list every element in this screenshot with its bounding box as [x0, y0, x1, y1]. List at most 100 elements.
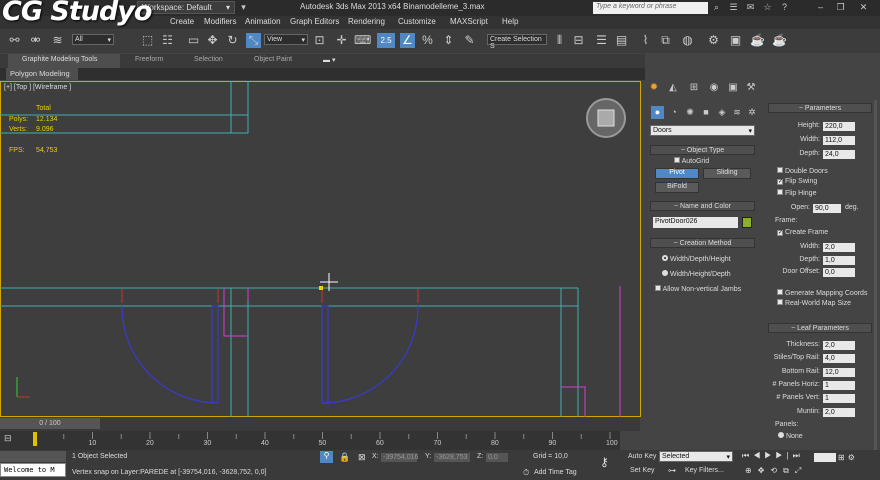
add-time-tag[interactable]: Add Time Tag	[534, 469, 577, 476]
object-color-swatch[interactable]	[742, 217, 752, 228]
radio-dot[interactable]	[778, 432, 784, 438]
panels-vert-spinner[interactable]: 1	[823, 394, 855, 403]
menu-help[interactable]: Help	[502, 17, 518, 26]
pivot-button[interactable]: Pivot	[655, 168, 699, 179]
systems-icon[interactable]: ✲	[746, 106, 758, 118]
search-icon[interactable]: ⌕	[711, 2, 722, 13]
menu-modifiers[interactable]: Modifiers	[204, 17, 236, 26]
create-tab-icon[interactable]: ✹	[648, 82, 660, 94]
spacewarps-icon[interactable]: ≋	[731, 106, 743, 118]
keyboard-shortcut-icon[interactable]: ⌨	[354, 33, 371, 48]
search-input[interactable]: Type a keyword or phrase	[593, 2, 708, 14]
percent-snap-icon[interactable]: %	[420, 33, 435, 48]
maxscript-listener-mini[interactable]	[0, 451, 66, 462]
name-color-rollout[interactable]: − Name and Color	[650, 201, 755, 211]
open-spinner[interactable]: 90,0	[813, 204, 841, 213]
selection-filter-dropdown[interactable]: All ▾	[72, 34, 114, 45]
hierarchy-tab-icon[interactable]: ⊞	[688, 82, 700, 94]
tab-freeform[interactable]: Freeform	[135, 56, 163, 63]
frame-depth-spinner[interactable]: 1,0	[823, 256, 855, 265]
sliding-button[interactable]: Sliding	[703, 168, 751, 179]
absolute-mode-icon[interactable]: ⊠	[358, 452, 366, 463]
help-icon[interactable]: ?	[779, 2, 790, 13]
display-tab-icon[interactable]: ▣	[727, 82, 739, 94]
key-mode-toggle-icon[interactable]: ⊶	[668, 466, 676, 475]
utilities-tab-icon[interactable]: ⚒	[745, 82, 757, 94]
key-filters-button[interactable]: Key Filters...	[685, 467, 724, 474]
modify-tab-icon[interactable]: ◭	[667, 82, 679, 94]
radio-dot[interactable]	[662, 270, 668, 276]
playback-controls[interactable]: ⏮◀▶▶|⏭	[742, 451, 804, 461]
menu-graph-editors[interactable]: Graph Editors	[290, 17, 339, 26]
snap-toggle-button[interactable]: 2.5	[377, 33, 395, 48]
cameras-icon[interactable]: ■	[700, 106, 712, 118]
ribbon-toggle-icon[interactable]: ▤	[614, 33, 629, 48]
ribbon-options-icon[interactable]: ▬ ▾	[323, 56, 335, 64]
radio-width-height-depth[interactable]: Width/Height/Depth	[662, 270, 731, 278]
menu-rendering[interactable]: Rendering	[348, 17, 385, 26]
key-mode-dropdown[interactable]: Selected ▾	[659, 451, 733, 462]
create-frame-checkbox[interactable]: ✓ Create Frame	[777, 229, 828, 236]
rendered-frame-icon[interactable]: ▣	[728, 33, 743, 48]
move-icon[interactable]: ✥	[205, 33, 220, 48]
restore-icon[interactable]: ❐	[835, 2, 846, 13]
flip-swing-check[interactable]: ✓	[777, 179, 783, 185]
angle-snap-icon[interactable]: ∠	[400, 33, 415, 48]
object-name-input[interactable]: PivotDoor026	[653, 217, 738, 228]
double-doors-check[interactable]	[777, 167, 783, 173]
align-icon[interactable]: ⊟	[571, 33, 586, 48]
favorites-icon[interactable]: ☆	[762, 2, 773, 13]
creation-method-rollout[interactable]: − Creation Method	[650, 238, 755, 248]
reference-coord-dropdown[interactable]: View ▾	[264, 34, 308, 45]
workspace-dropdown[interactable]: Workspace: Default ▾	[137, 1, 235, 14]
layer-manager-icon[interactable]: ☰	[594, 33, 609, 48]
time-slider[interactable]: 0 / 100	[0, 418, 100, 429]
depth-spinner[interactable]: 24,0	[823, 150, 855, 159]
create-frame-check[interactable]: ✓	[777, 230, 783, 236]
rotate-icon[interactable]: ↻	[225, 33, 240, 48]
auto-key-button[interactable]: Auto Key	[628, 453, 656, 460]
maxscript-listener[interactable]: Welcome to M	[0, 463, 66, 477]
menu-maxscript[interactable]: MAXScript	[450, 17, 488, 26]
geometry-icon[interactable]: ●	[651, 106, 664, 119]
flip-hinge-checkbox[interactable]: Flip Hinge	[777, 189, 816, 197]
pivot-center-icon[interactable]: ⊡	[312, 33, 327, 48]
muntin-spinner[interactable]: 2,0	[823, 408, 855, 417]
tab-graphite-modeling[interactable]: Graphite Modeling Tools	[8, 54, 120, 68]
tab-selection[interactable]: Selection	[194, 56, 223, 63]
viewport-nav-controls[interactable]: ⊕✥⟲⧉⤢	[745, 466, 807, 476]
isolate-selection-icon[interactable]: ⚲	[320, 451, 333, 463]
selection-region-icon[interactable]: ▭	[186, 33, 201, 48]
motion-tab-icon[interactable]: ◉	[708, 82, 720, 94]
select-object-icon[interactable]: ⬚	[140, 33, 155, 48]
dropdown-arrow-icon[interactable]: ▾	[238, 2, 249, 13]
bifold-button[interactable]: BiFold	[655, 182, 699, 193]
parameters-rollout[interactable]: − Parameters	[768, 103, 872, 113]
panels-none-radio[interactable]: None	[778, 432, 803, 440]
mirror-icon[interactable]: ⫴	[552, 33, 567, 48]
x-coord-field[interactable]: -39754,016	[381, 453, 418, 462]
gen-mapping-check[interactable]	[777, 289, 783, 295]
select-by-name-icon[interactable]: ☷	[160, 33, 175, 48]
curve-editor-icon[interactable]: ⌇	[638, 33, 653, 48]
unlink-icon[interactable]: ⚮	[28, 33, 43, 48]
menu-create[interactable]: Create	[170, 17, 194, 26]
menu-customize[interactable]: Customize	[398, 17, 436, 26]
render-iterative-icon[interactable]: ☕	[772, 33, 787, 48]
gen-mapping-checkbox[interactable]: Generate Mapping Coords	[777, 289, 867, 297]
y-coord-field[interactable]: -3628,753	[434, 453, 470, 462]
helpers-icon[interactable]: ◈	[716, 106, 728, 118]
scale-icon[interactable]: ⤡	[246, 33, 261, 48]
shapes-icon[interactable]: ◔	[668, 106, 680, 118]
object-type-rollout[interactable]: − Object Type	[650, 145, 755, 155]
width-spinner[interactable]: 112,0	[823, 136, 855, 145]
lights-icon[interactable]: ✺	[684, 106, 696, 118]
panels-horiz-spinner[interactable]: 1	[823, 381, 855, 390]
tab-object-paint[interactable]: Object Paint	[254, 56, 292, 63]
time-config-icon[interactable]: ⊞⚙	[838, 453, 858, 462]
category-dropdown[interactable]: Doors ▾	[650, 125, 755, 136]
edit-named-selection-icon[interactable]: ✎	[462, 33, 477, 48]
door-offset-spinner[interactable]: 0,0	[823, 268, 855, 277]
stiles-spinner[interactable]: 4,0	[823, 354, 855, 363]
radio-dot[interactable]	[662, 255, 668, 261]
